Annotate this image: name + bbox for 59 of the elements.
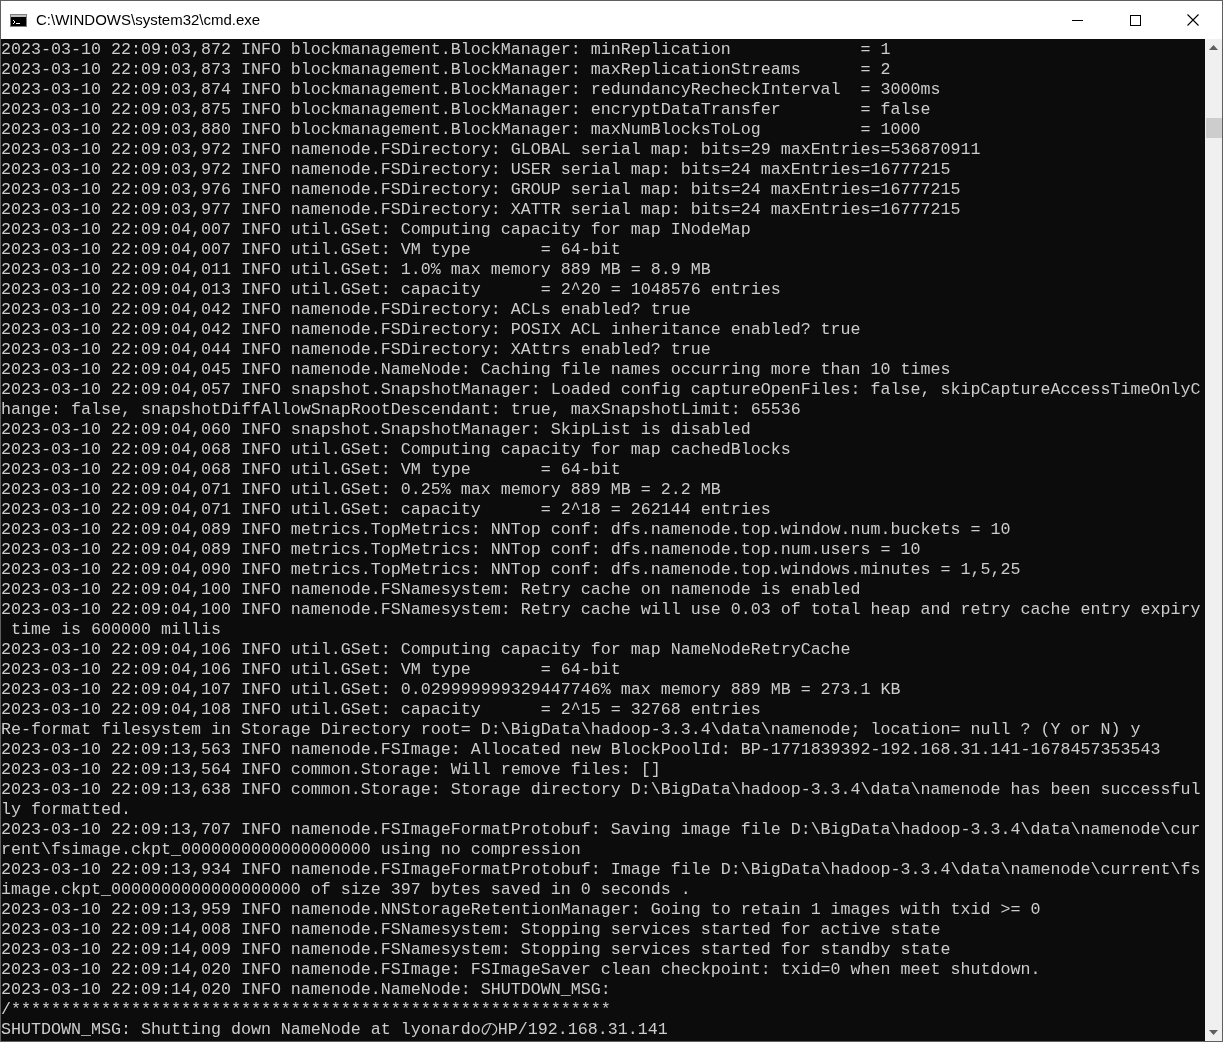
console-line: 2023-03-10 22:09:04,044 INFO namenode.FSDirectory: XAttrs enabled? true	[1, 340, 712, 360]
console-line: 2023-03-10 22:09:04,089 INFO metrics.TopMetrics: NNTop conf: dfs.namenode.top.num.users = 10	[1, 540, 922, 560]
console-line: rent\fsimage.ckpt_0000000000000000000 using no compression	[1, 840, 582, 860]
maximize-icon	[1129, 14, 1141, 26]
console-line: 2023-03-10 22:09:04,068 INFO util.GSet: VM type = 64-bit	[1, 460, 622, 480]
console-line: 2023-03-10 22:09:04,071 INFO util.GSet: capacity = 2^18 = 262144 entries	[1, 500, 772, 520]
console-line: time is 600000 millis	[10, 620, 222, 640]
console-line: 2023-03-10 22:09:04,042 INFO namenode.FSDirectory: ACLs enabled? true	[1, 300, 692, 320]
scroll-down-icon[interactable]	[1209, 1030, 1218, 1035]
console-line: 2023-03-10 22:09:13,563 INFO namenode.FSImage: Allocated new BlockPoolId: BP-1771839392-192.168.31.141-1678457353543	[1, 740, 1162, 760]
console-line: 2023-03-10 22:09:13,934 INFO namenode.FSImageFormatProtobuf: Image file D:\BigData\hadoop-3.3.4\data\namenode\current\fs	[1, 860, 1202, 880]
console-line: 2023-03-10 22:09:13,564 INFO common.Storage: Will remove files: []	[1, 760, 662, 780]
console-line: 2023-03-10 22:09:03,972 INFO namenode.FSDirectory: USER serial map: bits=24 maxEntries=16777215	[1, 160, 952, 180]
scrollbar[interactable]	[1205, 39, 1222, 1041]
console-line: 2023-03-10 22:09:03,875 INFO blockmanagement.BlockManager: encryptDataTransfer = false	[1, 100, 932, 120]
console-line: image.ckpt_0000000000000000000 of size 397 bytes saved in 0 seconds .	[1, 880, 692, 900]
console-line: 2023-03-10 22:09:13,707 INFO namenode.FSImageFormatProtobuf: Saving image file D:\BigData\hadoop-3.3.4\data\namenode\cur	[1, 820, 1202, 840]
console-line: 2023-03-10 22:09:03,872 INFO blockmanagement.BlockManager: minReplication = 1	[1, 40, 892, 60]
close-icon	[1187, 14, 1199, 26]
console-line: 2023-03-10 22:09:04,089 INFO metrics.TopMetrics: NNTop conf: dfs.namenode.top.window.num.buckets = 10	[1, 520, 1012, 540]
console-line: 2023-03-10 22:09:04,042 INFO namenode.FSDirectory: POSIX ACL inheritance enabled? true	[1, 320, 862, 340]
console-line: Re-format filesystem in Storage Directory root= D:\BigData\hadoop-3.3.4\data\namenode; location= null ? (Y or N) y	[1, 720, 1142, 740]
console-line: 2023-03-10 22:09:03,873 INFO blockmanagement.BlockManager: maxReplicationStreams = 2	[1, 60, 892, 80]
console-line: 2023-03-10 22:09:03,874 INFO blockmanagement.BlockManager: redundancyRecheckInterval = 3000ms	[1, 80, 942, 100]
console-line: 2023-03-10 22:09:13,638 INFO common.Storage: Storage directory D:\BigData\hadoop-3.3.4\data\namenode has been successful	[1, 780, 1202, 800]
console-app-icon	[10, 13, 27, 27]
console-line: 2023-03-10 22:09:04,060 INFO snapshot.SnapshotManager: SkipList is disabled	[1, 420, 752, 440]
console-line: 2023-03-10 22:09:13,959 INFO namenode.NNStorageRetentionManager: Going to retain 1 images with txid >= 0	[1, 900, 1042, 920]
console-line: 2023-03-10 22:09:03,972 INFO namenode.FSDirectory: GLOBAL serial map: bits=29 maxEntries=536870911	[1, 140, 982, 160]
console-line: hange: false, snapshotDiffAllowSnapRootDescendant: true, maxSnapshotLimit: 65536	[1, 400, 802, 420]
console-line: 2023-03-10 22:09:04,108 INFO util.GSet: capacity = 2^15 = 32768 entries	[1, 700, 762, 720]
scrollbar-thumb[interactable]	[1205, 118, 1222, 138]
console-line: ly formatted.	[1, 800, 132, 820]
console-line: 2023-03-10 22:09:04,068 INFO util.GSet: Computing capacity for map cachedBlocks	[1, 440, 792, 460]
console-line: 2023-03-10 22:09:03,976 INFO namenode.FSDirectory: GROUP serial map: bits=24 maxEntries=16777215	[1, 180, 962, 200]
console-line: 2023-03-10 22:09:04,011 INFO util.GSet: 1.0% max memory 889 MB = 8.9 MB	[1, 260, 712, 280]
minimize-icon	[1071, 19, 1083, 21]
console-line: 2023-03-10 22:09:04,007 INFO util.GSet: VM type = 64-bit	[1, 240, 622, 260]
console-line: SHUTDOWN_MSG: Shutting down NameNode at lyonardoのHP/192.168.31.141	[1, 1020, 669, 1040]
console-line: 2023-03-10 22:09:14,009 INFO namenode.FSNamesystem: Stopping services started for standby state	[1, 940, 952, 960]
console-line: 2023-03-10 22:09:04,107 INFO util.GSet: 0.029999999329447746% max memory 889 MB = 273.1 KB	[1, 680, 902, 700]
console-line: 2023-03-10 22:09:03,977 INFO namenode.FSDirectory: XATTR serial map: bits=24 maxEntries=16777215	[1, 200, 962, 220]
console-line: 2023-03-10 22:09:04,013 INFO util.GSet: capacity = 2^20 = 1048576 entries	[1, 280, 782, 300]
scroll-up-icon[interactable]	[1209, 45, 1218, 50]
console-line: 2023-03-10 22:09:14,020 INFO namenode.NameNode: SHUTDOWN_MSG:	[1, 980, 612, 1000]
console-line: 2023-03-10 22:09:03,880 INFO blockmanagement.BlockManager: maxNumBlocksToLog = 1000	[1, 120, 922, 140]
console-line: 2023-03-10 22:09:04,100 INFO namenode.FSNamesystem: Retry cache on namenode is enabled	[1, 580, 862, 600]
window-title: C:\WINDOWS\system32\cmd.exe	[36, 9, 261, 30]
console-line: 2023-03-10 22:09:04,045 INFO namenode.NameNode: Caching file names occurring more than 10 times	[1, 360, 952, 380]
console-line: 2023-03-10 22:09:04,071 INFO util.GSet: 0.25% max memory 889 MB = 2.2 MB	[1, 480, 722, 500]
console-line: 2023-03-10 22:09:04,090 INFO metrics.TopMetrics: NNTop conf: dfs.namenode.top.windows.minutes = 1,5,25	[1, 560, 1022, 580]
console-line: 2023-03-10 22:09:14,008 INFO namenode.FSNamesystem: Stopping services started for active state	[1, 920, 942, 940]
console-line: /************************************************************	[1, 1000, 612, 1020]
console-line: 2023-03-10 22:09:04,057 INFO snapshot.SnapshotManager: Loaded config captureOpenFiles: false, skipCaptureAccessTimeOnlyC	[1, 380, 1202, 400]
console-line: 2023-03-10 22:09:04,007 INFO util.GSet: Computing capacity for map INodeMap	[1, 220, 752, 240]
console-line: 2023-03-10 22:09:04,106 INFO util.GSet: Computing capacity for map NameNodeRetryCache	[1, 640, 852, 660]
console-line: 2023-03-10 22:09:14,020 INFO namenode.FSImage: FSImageSaver clean checkpoint: txid=0 when meet shutdown.	[1, 960, 1042, 980]
console-line: 2023-03-10 22:09:04,100 INFO namenode.FSNamesystem: Retry cache will use 0.03 of total heap and retry cache entry expiry	[1, 600, 1202, 620]
console-line: 2023-03-10 22:09:04,106 INFO util.GSet: VM type = 64-bit	[1, 660, 622, 680]
